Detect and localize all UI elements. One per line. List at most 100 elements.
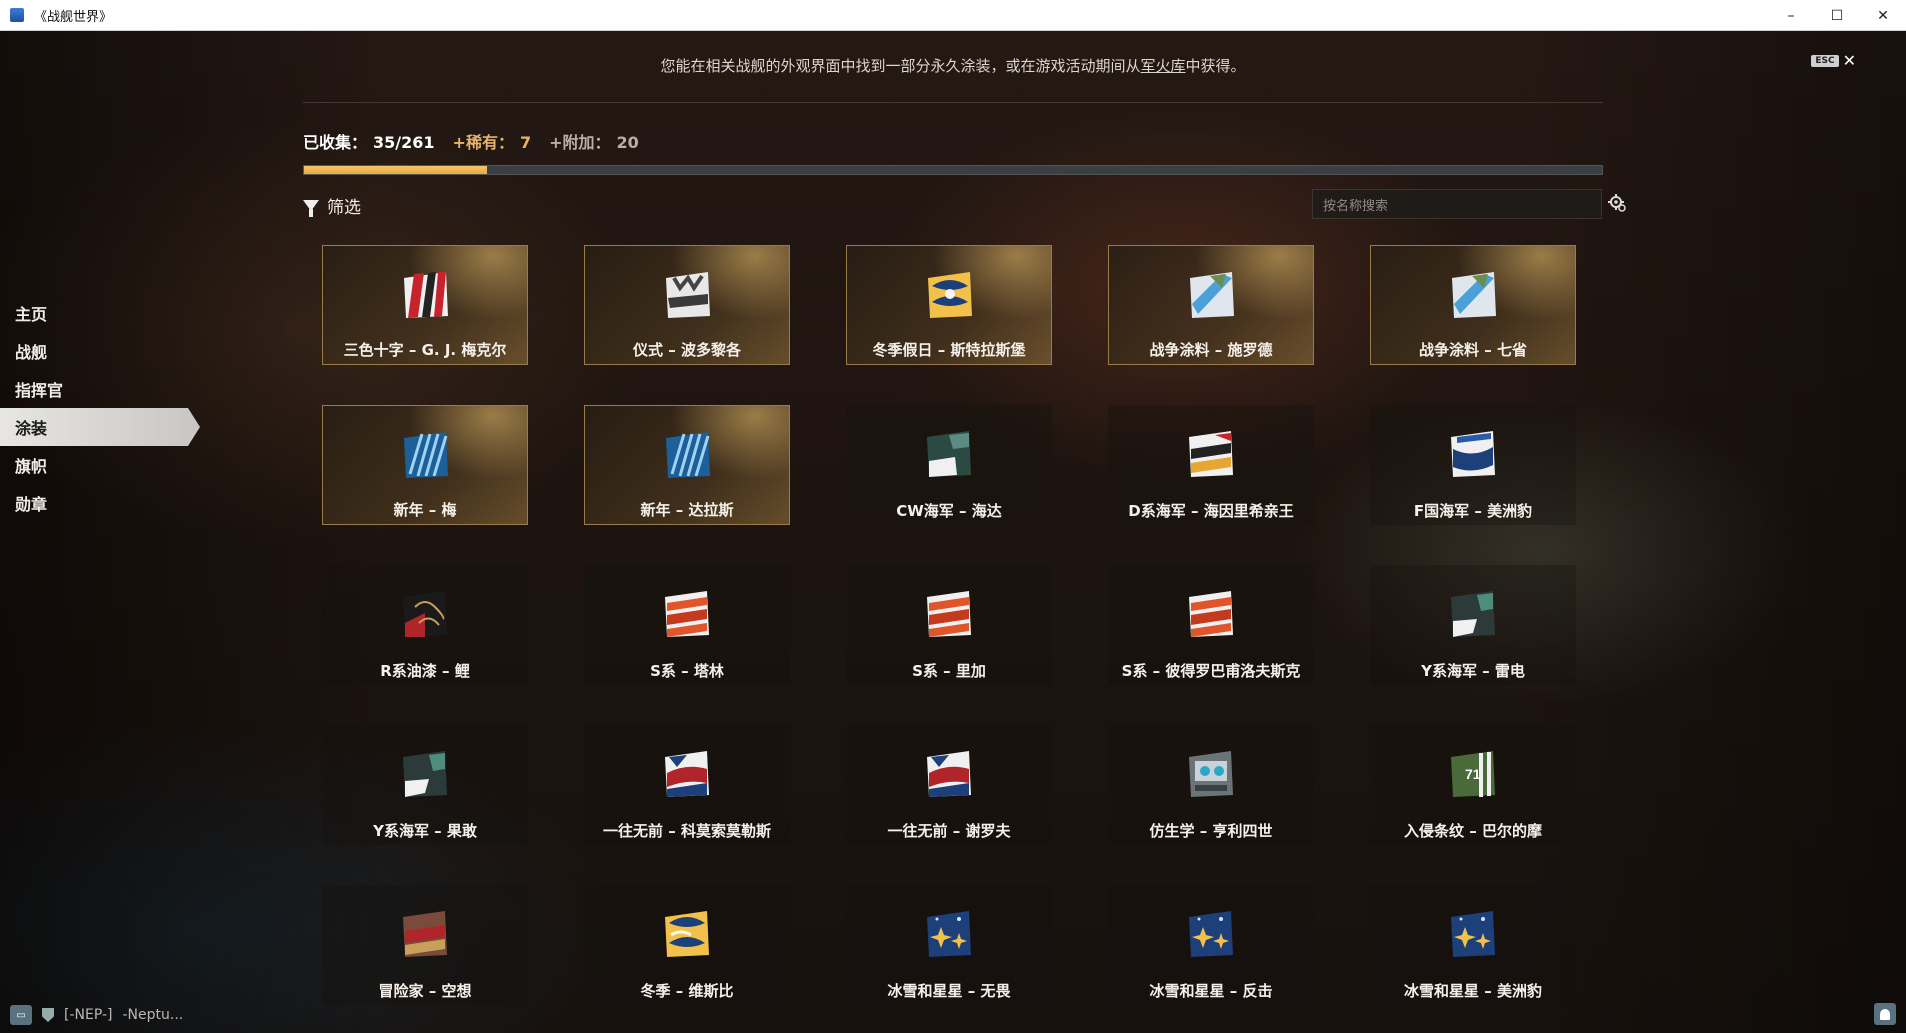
maximize-button[interactable]: ☐	[1814, 0, 1860, 31]
camo-name: 一往无前 – 科莫索莫勒斯	[603, 822, 771, 840]
forward-icon	[665, 751, 709, 797]
collected-label: 已收集：	[303, 133, 368, 152]
camo-tile[interactable]: R系油漆 – 鲤	[322, 565, 528, 685]
ice-stars-icon	[927, 911, 971, 957]
extra-value: 20	[616, 133, 639, 152]
camo-tile[interactable]: S系 – 彼得罗巴甫洛夫斯克	[1108, 565, 1314, 685]
camo-name: 冰雪和星星 – 美洲豹	[1404, 982, 1542, 1000]
camo-name: Y系海军 – 果敢	[373, 822, 477, 840]
camo-tile[interactable]: D系海军 – 海因里希亲王	[1108, 405, 1314, 525]
chat-icon[interactable]: ▭	[10, 1005, 32, 1025]
new-year-icon	[666, 432, 710, 478]
camo-name: 战争涂料 – 七省	[1419, 341, 1527, 359]
ice-stars-icon	[1451, 911, 1495, 957]
camo-tile[interactable]: 71 入侵条纹 – 巴尔的摩	[1370, 725, 1576, 845]
camo-name: S系 – 彼得罗巴甫洛夫斯克	[1121, 662, 1301, 680]
camo-tile[interactable]: 冒险家 – 空想	[322, 885, 528, 1005]
camo-name: 一往无前 – 谢罗夫	[887, 822, 1011, 840]
sidebar-nav: 主页 战舰 指挥官 涂装 旗帜 勋章	[0, 294, 200, 522]
camo-tile[interactable]: 新年 – 达拉斯	[584, 405, 790, 525]
sidebar-item-3[interactable]: 涂装	[0, 408, 200, 446]
bottom-status: ▭ [-NEP-] -Neptu...	[10, 1005, 183, 1025]
esc-key-label: ESC	[1811, 54, 1839, 67]
war-paint-icon	[1190, 272, 1234, 318]
f-navy-icon	[1451, 431, 1495, 477]
camo-name: 冒险家 – 空想	[378, 982, 472, 1000]
gear-icon[interactable]	[1607, 193, 1627, 213]
ice-stars-icon	[1189, 911, 1233, 957]
camo-name: 新年 – 梅	[393, 501, 457, 519]
filter-button[interactable]: 筛选	[303, 193, 361, 218]
ceremony-icon	[666, 272, 710, 318]
camo-badge-number: 71	[1465, 766, 1481, 782]
camo-tile[interactable]: 战争涂料 – 七省	[1370, 245, 1576, 365]
d-navy-icon	[1189, 431, 1233, 477]
y-navy-icon	[1451, 591, 1495, 637]
app-icon	[10, 8, 24, 22]
filter-label: 筛选	[327, 198, 361, 218]
camo-name: 冬季假日 – 斯特拉斯堡	[872, 341, 1026, 359]
s-series-icon	[927, 591, 971, 637]
camo-tile[interactable]: 冰雪和星星 – 反击	[1108, 885, 1314, 1005]
invasion-stripes-icon: 71	[1451, 751, 1495, 797]
camo-tile[interactable]: Y系海军 – 果敢	[322, 725, 528, 845]
sidebar-item-4[interactable]: 旗帜	[0, 446, 200, 484]
esc-close-button[interactable]: ESC ✕	[1811, 51, 1856, 70]
camo-name: D系海军 – 海因里希亲王	[1128, 502, 1294, 520]
camo-tile[interactable]: CW海军 – 海达	[846, 405, 1052, 525]
sidebar-item-0[interactable]: 主页	[0, 294, 200, 332]
camo-tile[interactable]: S系 – 里加	[846, 565, 1052, 685]
tricolor-cross-icon	[404, 272, 448, 318]
window-controls: – ☐ ✕	[1768, 0, 1906, 31]
forward-icon	[927, 751, 971, 797]
notification-bell-icon[interactable]	[1874, 1003, 1896, 1025]
winter-icon	[665, 911, 709, 957]
new-year-icon	[404, 432, 448, 478]
winter-holiday-icon	[928, 272, 972, 318]
s-series-icon	[665, 591, 709, 637]
camo-name: 战争涂料 – 施罗德	[1149, 341, 1273, 359]
camo-tile[interactable]: 冬季假日 – 斯特拉斯堡	[846, 245, 1052, 365]
camo-name: CW海军 – 海达	[896, 502, 1002, 520]
minimize-button[interactable]: –	[1768, 0, 1814, 31]
collected-value: 35/261	[373, 133, 435, 152]
sidebar-item-1[interactable]: 战舰	[0, 332, 200, 370]
camo-tile[interactable]: 新年 – 梅	[322, 405, 528, 525]
camo-tile[interactable]: 冰雪和星星 – 无畏	[846, 885, 1052, 1005]
sidebar-item-5[interactable]: 勋章	[0, 484, 200, 522]
camo-tile[interactable]: 冰雪和星星 – 美洲豹	[1370, 885, 1576, 1005]
camo-name: S系 – 塔林	[650, 662, 724, 680]
camo-name: 冬季 – 维斯比	[640, 982, 734, 1000]
adventurer-icon	[403, 911, 447, 957]
camo-tile[interactable]: 一往无前 – 科莫索莫勒斯	[584, 725, 790, 845]
bionics-icon	[1189, 751, 1233, 797]
collection-progress-bar	[303, 165, 1603, 175]
close-icon: ✕	[1842, 51, 1856, 70]
camo-tile[interactable]: 冬季 – 维斯比	[584, 885, 790, 1005]
y-navy-icon	[403, 751, 447, 797]
header-divider	[303, 102, 1603, 103]
extra-label: +附加：	[549, 133, 611, 152]
camo-tile[interactable]: Y系海军 – 雷电	[1370, 565, 1576, 685]
camo-name: 仿生学 – 亨利四世	[1149, 822, 1273, 840]
clan-shield-icon	[42, 1008, 54, 1022]
camo-name: 冰雪和星星 – 反击	[1149, 982, 1273, 1000]
search-input[interactable]: 按名称搜索	[1312, 189, 1602, 219]
cw-navy-icon	[927, 431, 971, 477]
camo-tile[interactable]: 仿生学 – 亨利四世	[1108, 725, 1314, 845]
camo-tile[interactable]: F国海军 – 美洲豹	[1370, 405, 1576, 525]
camo-name: 新年 – 达拉斯	[640, 501, 734, 519]
camo-tile[interactable]: 仪式 – 波多黎各	[584, 245, 790, 365]
camo-tile[interactable]: 三色十字 – G. J. 梅克尔	[322, 245, 528, 365]
camo-tile[interactable]: 一往无前 – 谢罗夫	[846, 725, 1052, 845]
player-name: -Neptu...	[122, 1007, 184, 1023]
camo-tile[interactable]: S系 – 塔林	[584, 565, 790, 685]
close-window-button[interactable]: ✕	[1860, 0, 1906, 31]
sidebar-item-2[interactable]: 指挥官	[0, 370, 200, 408]
progress-fill	[304, 166, 488, 174]
camo-name: 入侵条纹 – 巴尔的摩	[1404, 822, 1542, 840]
s-series-icon	[1189, 591, 1233, 637]
rare-value: 7	[519, 133, 532, 152]
armory-link[interactable]: 军火库	[1140, 57, 1185, 75]
camo-tile[interactable]: 战争涂料 – 施罗德	[1108, 245, 1314, 365]
